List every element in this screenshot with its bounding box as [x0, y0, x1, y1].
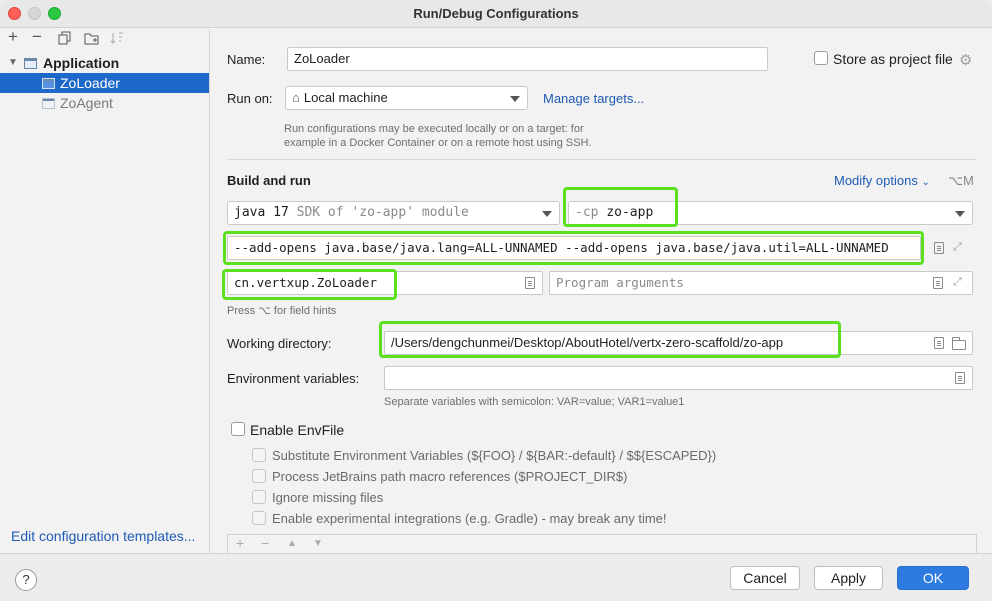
window-title: Run/Debug Configurations [413, 6, 579, 21]
build-run-title: Build and run [227, 173, 311, 188]
document-icon[interactable] [525, 277, 535, 289]
envfile-option-checkbox[interactable] [252, 448, 266, 462]
application-icon [24, 58, 37, 69]
section-divider [227, 159, 977, 160]
sidebar-toolbar: + − [0, 28, 210, 51]
folder-icon[interactable] [952, 337, 966, 350]
add-icon[interactable]: + [8, 28, 18, 45]
enable-envfile-label: Enable EnvFile [250, 422, 345, 438]
envfile-list-toolbar: + − ▲ ▼ [227, 534, 977, 553]
run-on-value: Local machine [303, 90, 388, 105]
expand-icon[interactable]: ⤢ [953, 241, 962, 254]
remove-icon[interactable]: − [32, 28, 42, 45]
sort-icon[interactable] [110, 31, 124, 48]
application-icon [42, 98, 55, 109]
run-on-hint-line2: example in a Docker Container or on a re… [284, 137, 592, 149]
jdk-version: java 17 [234, 205, 289, 220]
store-as-project-checkbox[interactable] [814, 51, 828, 65]
envfile-option-label: Process JetBrains path macro references … [272, 469, 628, 484]
jdk-description: SDK of 'zo-app' module [296, 205, 469, 220]
cancel-button[interactable]: Cancel [730, 566, 800, 590]
envfile-option-checkbox[interactable] [252, 490, 266, 504]
expand-icon[interactable]: ⤢ [953, 276, 962, 289]
modify-options-link[interactable]: Modify options ⌄ [834, 173, 930, 188]
envfile-option-checkbox[interactable] [252, 511, 266, 525]
jdk-select[interactable]: java 17 SDK of 'zo-app' module [227, 201, 560, 225]
envfile-option-label: Enable experimental integrations (e.g. G… [272, 511, 667, 526]
remove-icon[interactable]: − [261, 535, 269, 551]
envfile-option-checkbox[interactable] [252, 469, 266, 483]
chevron-down-icon[interactable]: ▼ [8, 53, 18, 73]
working-dir-label: Working directory: [227, 336, 332, 351]
name-label: Name: [227, 52, 266, 67]
application-icon [42, 78, 55, 89]
run-on-select[interactable]: ⌂ Local machine [285, 86, 528, 110]
document-icon[interactable] [934, 242, 944, 254]
chevron-down-icon [955, 211, 965, 217]
env-vars-field[interactable] [384, 366, 973, 390]
classpath-select[interactable]: -cp zo-app [568, 201, 973, 225]
manage-targets-link[interactable]: Manage targets... [543, 91, 644, 106]
dialog-button-bar: ? Cancel Apply OK [0, 553, 992, 601]
enable-envfile-checkbox[interactable] [231, 422, 245, 436]
main-class-field[interactable]: cn.vertxup.ZoLoader [227, 271, 543, 295]
tree-item-label: ZoAgent [60, 95, 113, 111]
env-vars-hint: Separate variables with semicolon: VAR=v… [384, 396, 685, 408]
new-folder-icon[interactable] [84, 31, 100, 48]
tree-group-application[interactable]: ▼ Application [0, 53, 209, 73]
title-bar: Run/Debug Configurations [0, 0, 992, 28]
add-icon[interactable]: + [236, 535, 244, 551]
field-hint: Press ⌥ for field hints [227, 305, 337, 317]
document-icon[interactable] [933, 277, 943, 289]
ok-button[interactable]: OK [897, 566, 969, 590]
envfile-option-label: Ignore missing files [272, 490, 384, 505]
tree-group-label: Application [43, 55, 120, 71]
store-as-project-label: Store as project file [833, 51, 953, 67]
program-arguments-field[interactable]: Program arguments [549, 271, 973, 295]
tree-item-label: ZoLoader [60, 75, 120, 91]
modify-options-shortcut: ⌥M [948, 173, 974, 188]
configurations-sidebar: + − ▼ Application ZoLoader ZoAgent Edit [0, 28, 210, 553]
home-icon: ⌂ [292, 90, 300, 105]
modify-options-label: Modify options [834, 173, 918, 188]
apply-button[interactable]: Apply [814, 566, 883, 590]
tree-item-zoagent[interactable]: ZoAgent [0, 93, 209, 113]
name-field[interactable]: ZoLoader [287, 47, 768, 71]
move-down-icon[interactable]: ▼ [313, 538, 323, 549]
cp-value: zo-app [606, 205, 654, 220]
document-icon[interactable] [934, 337, 944, 349]
envfile-option-label: Substitute Environment Variables (${FOO}… [272, 448, 717, 463]
vm-options-field[interactable]: --add-opens java.base/java.lang=ALL-UNNA… [227, 236, 921, 260]
tree-item-zoloader[interactable]: ZoLoader [0, 73, 209, 93]
document-icon[interactable] [955, 372, 965, 384]
working-dir-field[interactable]: /Users/dengchunmei/Desktop/AboutHotel/ve… [384, 331, 973, 355]
edit-templates-link[interactable]: Edit configuration templates... [11, 528, 195, 544]
env-vars-label: Environment variables: [227, 371, 360, 386]
help-button[interactable]: ? [15, 569, 37, 591]
chevron-down-icon [510, 96, 520, 102]
run-on-hint-line1: Run configurations may be executed local… [284, 123, 584, 135]
chevron-down-icon [542, 211, 552, 217]
run-on-label: Run on: [227, 91, 273, 106]
gear-icon[interactable]: ⚙ [959, 51, 972, 69]
run-debug-dialog: Run/Debug Configurations + − ▼ Applicati… [0, 0, 992, 601]
cp-prefix: -cp [575, 205, 599, 220]
chevron-down-icon: ⌄ [921, 177, 930, 188]
configuration-form: Name: ZoLoader Store as project file ⚙ R… [211, 29, 992, 553]
move-up-icon[interactable]: ▲ [287, 538, 297, 549]
copy-icon[interactable] [58, 31, 72, 48]
